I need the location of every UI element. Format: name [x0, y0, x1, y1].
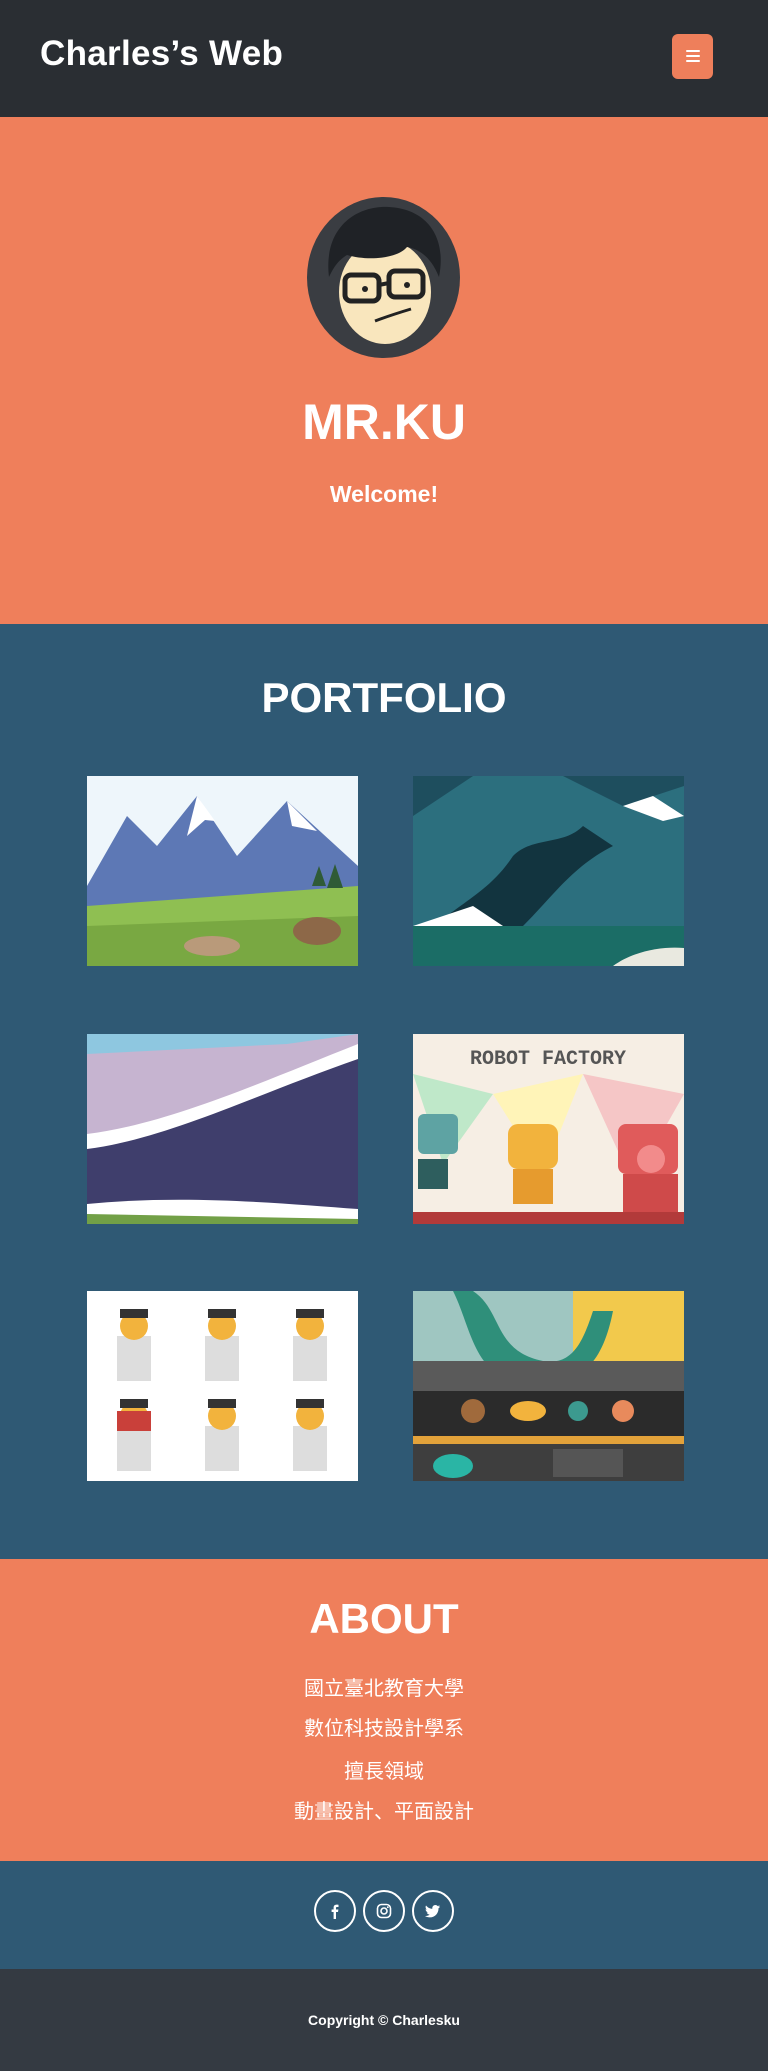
twitter-icon [425, 1905, 440, 1918]
facebook-button[interactable] [314, 1890, 356, 1932]
twitter-button[interactable] [412, 1890, 454, 1932]
portfolio-section: PORTFOLIO ROBOT FACTORY [0, 624, 768, 1559]
site-brand[interactable]: Charles’s Web [40, 34, 283, 74]
about-department: 數位科技設計學系 [304, 1718, 464, 1740]
robot-factory-illustration: ROBOT FACTORY [413, 1034, 684, 1224]
hamburger-icon-line [686, 55, 700, 57]
portfolio-item-robot-factory[interactable]: ROBOT FACTORY [413, 1034, 684, 1224]
footer: Copyright © Charlesku [0, 1969, 768, 2071]
portfolio-title: PORTFOLIO [261, 674, 507, 721]
about-expertise-heading: 擅長領域 [344, 1761, 424, 1783]
facebook-icon [331, 1904, 339, 1919]
portfolio-item-cup-characters[interactable] [87, 1291, 358, 1481]
portfolio-item-purple-hills[interactable] [87, 1034, 358, 1224]
hero-section: MR.KU Welcome! [0, 117, 768, 624]
menu-toggle-button[interactable] [672, 34, 713, 79]
dark-mountain-illustration [413, 776, 684, 966]
purple-hills-illustration [87, 1034, 358, 1224]
instagram-button[interactable] [363, 1890, 405, 1932]
navbar: Charles’s Web [0, 0, 768, 117]
toy-factory-illustration [413, 1291, 684, 1481]
about-school: 國立臺北教育大學 [304, 1678, 464, 1700]
robot-factory-text: ROBOT FACTORY [470, 1048, 626, 1071]
instagram-icon [376, 1903, 392, 1919]
social-section [0, 1861, 768, 1969]
about-title: ABOUT [309, 1595, 459, 1642]
about-expertise-list: 動畫設計、平面設計 [294, 1801, 474, 1823]
copyright-text: Copyright © Charlesku [308, 2012, 460, 2028]
portfolio-item-toy-factory[interactable] [413, 1291, 684, 1481]
portfolio-item-mountain-meadow[interactable] [87, 776, 358, 966]
avatar [307, 197, 460, 358]
cup-characters-illustration [87, 1291, 358, 1481]
hero-subtitle: Welcome! [329, 481, 439, 507]
about-section: ABOUT 國立臺北教育大學 數位科技設計學系 擅長領域 動畫設計、平面設計 [0, 1559, 768, 1861]
hamburger-icon-line [686, 60, 700, 62]
hamburger-icon [686, 50, 700, 52]
hero-title: MR.KU [302, 394, 466, 450]
mountain-meadow-illustration [87, 776, 358, 966]
portfolio-item-dark-mountain[interactable] [413, 776, 684, 966]
